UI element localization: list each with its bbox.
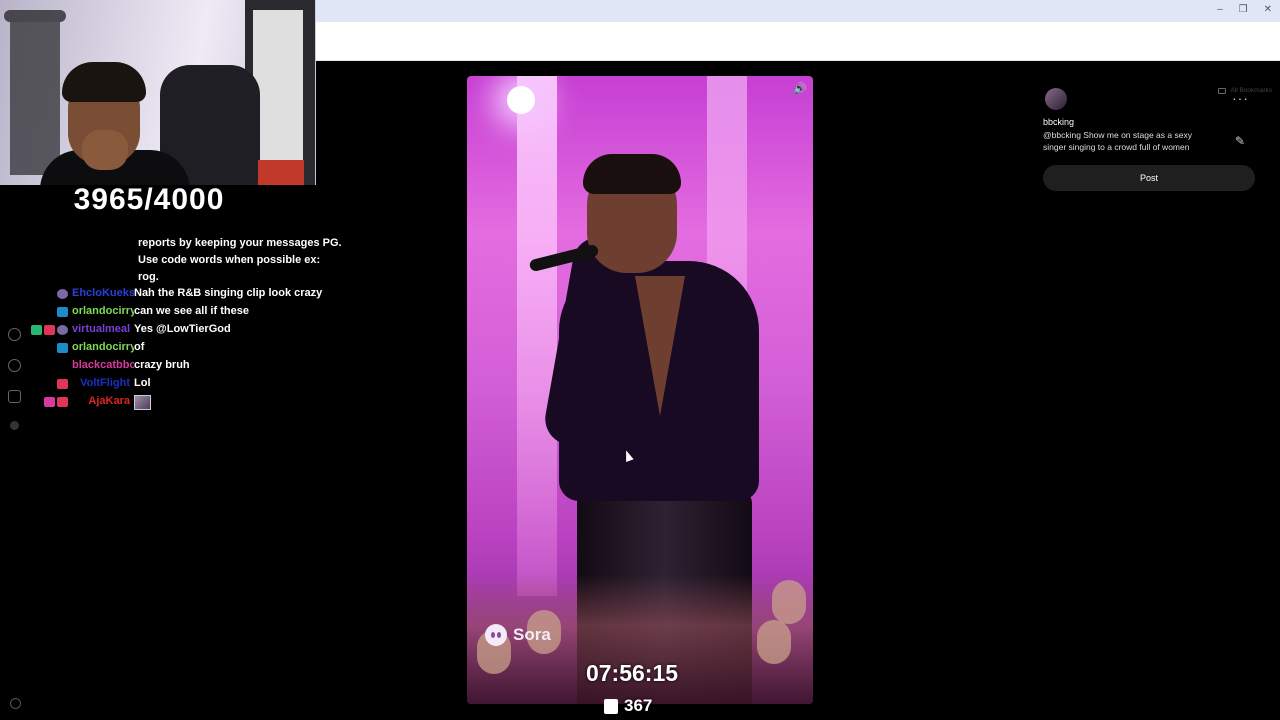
badge-icon	[57, 325, 68, 335]
chat-username[interactable]: orlandocirry	[72, 305, 134, 317]
minimize-button[interactable]: –	[1217, 4, 1223, 15]
chat-text: Lol	[134, 377, 151, 389]
sora-logo-icon	[485, 624, 507, 646]
chat-username[interactable]: virtualmeal	[72, 323, 134, 335]
edit-icon[interactable]: ✎	[1235, 134, 1245, 148]
chat-message: orlandocirry of	[28, 341, 348, 359]
viewer-count: 367	[604, 696, 652, 716]
stage-light-beam	[517, 76, 557, 596]
chat-message: AjaKara	[28, 395, 348, 413]
bell-icon[interactable]	[8, 390, 21, 403]
post-button[interactable]: Post	[1043, 165, 1255, 191]
chat-panel: reports by keeping your messages PG. Use…	[28, 236, 348, 413]
volume-icon[interactable]: 🔊	[793, 82, 807, 96]
chat-message: VoltFlight Lol	[28, 377, 348, 395]
bookmarks-bar: All Bookmarks	[316, 42, 1280, 94]
chat-message: blackcatbbc crazy bruh	[28, 359, 348, 377]
settings-icon[interactable]	[10, 698, 21, 709]
chat-text: Nah the R&B singing clip look crazy	[134, 287, 323, 299]
browser-title-bar: – ❐ ✕	[316, 0, 1280, 22]
chat-username[interactable]: EhcloKueks	[72, 287, 134, 299]
search-icon[interactable]	[8, 359, 21, 372]
chat-username[interactable]: VoltFlight	[72, 377, 134, 389]
chat-text: crazy bruh	[134, 359, 190, 371]
post-panel: ··· bbcking @bbcking Show me on stage as…	[1043, 88, 1255, 191]
post-caption: @bbcking Show me on stage as a sexy sing…	[1043, 130, 1192, 152]
chat-text: Yes @LowTierGod	[134, 323, 231, 335]
chat-continuation: rog.	[138, 271, 159, 283]
singer-hair	[583, 154, 681, 194]
chat-text	[134, 395, 348, 410]
chat-username[interactable]: orlandocirry	[72, 341, 134, 353]
video-player[interactable]: 🔊 Sora	[467, 76, 813, 704]
chat-continuation: reports by keeping your messages PG.	[138, 237, 342, 249]
chat-text: of	[134, 341, 145, 353]
badge-icon	[31, 325, 42, 335]
more-options-icon[interactable]: ···	[1232, 90, 1249, 106]
profile-dot-icon[interactable]	[10, 421, 19, 430]
stream-uptime: 07:56:15	[585, 660, 679, 686]
chat-username[interactable]: AjaKara	[72, 395, 134, 407]
browser-toolbar	[316, 22, 1280, 58]
cat-tree	[4, 10, 66, 175]
sora-watermark: Sora	[485, 624, 551, 646]
badge-icon	[57, 289, 68, 299]
badge-icon	[44, 325, 55, 335]
play-icon[interactable]	[8, 328, 21, 341]
chat-text: can we see all if these	[134, 305, 249, 317]
webcam-feed	[0, 0, 316, 185]
stage-spotlight	[507, 86, 535, 114]
crowd-face	[772, 580, 806, 624]
shelf-items	[258, 160, 304, 185]
badge-icon	[57, 307, 68, 317]
badge-icon	[57, 343, 68, 353]
streamer-hair	[62, 62, 146, 102]
chat-message: EhcloKueks Nah the R&B singing clip look…	[28, 287, 348, 305]
chat-continuation: Use code words when possible ex:	[138, 254, 321, 266]
sora-label: Sora	[513, 625, 551, 644]
crowd-face	[757, 620, 791, 664]
streamer-hand	[82, 130, 128, 170]
badge-icon	[57, 397, 68, 407]
maximize-button[interactable]: ❐	[1239, 4, 1248, 15]
user-avatar[interactable]	[1045, 88, 1067, 110]
badge-icon	[57, 379, 68, 389]
goal-counter: 3965/4000	[73, 183, 225, 216]
chat-username[interactable]: blackcatbbc	[72, 359, 134, 371]
twitch-icon	[604, 698, 618, 714]
post-username[interactable]: bbcking	[1043, 117, 1255, 127]
viewer-count-value: 367	[624, 696, 653, 715]
close-button[interactable]: ✕	[1264, 4, 1272, 15]
emote-icon	[134, 395, 151, 410]
badge-icon	[44, 397, 55, 407]
left-nav	[8, 328, 21, 430]
chat-message: orlandocirry can we see all if these	[28, 305, 348, 323]
chat-message: virtualmeal Yes @LowTierGod	[28, 323, 348, 341]
window-controls: – ❐ ✕	[1217, 4, 1272, 15]
